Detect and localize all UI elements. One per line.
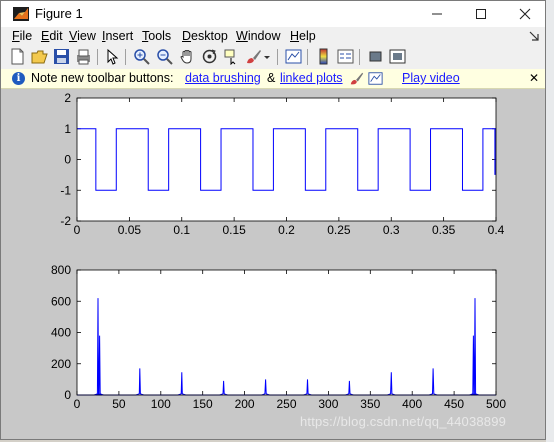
x-tick-label: 0.35 [432, 223, 456, 237]
x-tick-label: 0 [74, 397, 81, 411]
menu-desktop[interactable]: Desktop [182, 29, 228, 43]
x-tick-label: 450 [444, 397, 464, 411]
minimize-icon [432, 13, 442, 15]
y-tick-label: -1 [60, 183, 71, 197]
menu-view[interactable]: View [69, 29, 96, 43]
menu-insert[interactable]: Insert [102, 29, 133, 43]
x-tick-label: 500 [486, 397, 506, 411]
x-tick-label: 0.05 [118, 223, 142, 237]
linked-plots-link[interactable]: linked plots [280, 71, 343, 85]
x-tick-label: 150 [193, 397, 213, 411]
link-plot-icon[interactable] [285, 48, 302, 65]
info-text: Note new toolbar buttons: [31, 71, 174, 85]
data-brushing-link[interactable]: data brushing [185, 71, 261, 85]
hide-plot-tools-icon[interactable] [367, 48, 384, 65]
window-title: Figure 1 [35, 6, 83, 21]
watermark-text: https://blog.csdn.net/qq_44038899 [300, 414, 507, 429]
y-tick-label: 0 [64, 388, 71, 402]
y-tick-label: 400 [51, 326, 71, 340]
brush-icon[interactable] [245, 48, 262, 65]
info-close-icon[interactable]: ✕ [529, 71, 539, 85]
edit-plot-arrow-icon[interactable] [103, 48, 120, 65]
background-strip [546, 0, 554, 442]
x-tick-label: 400 [402, 397, 422, 411]
plots-svg: 0 0.05 0.1 0.15 0.2 0.25 0.3 0.35 0.4 -2 -1 0 1 2 0 50 1… [51, 91, 506, 411]
link-plot-icon [368, 72, 383, 85]
x-tick-label: 0.2 [278, 223, 295, 237]
y-tick-label: 2 [64, 91, 71, 105]
menu-edit[interactable]: Edit [41, 29, 63, 43]
brush-dropdown-icon[interactable] [263, 48, 271, 65]
minimize-button[interactable] [415, 1, 459, 27]
x-tick-label: 0 [74, 223, 81, 237]
x-tick-label: 200 [235, 397, 255, 411]
y-tick-label: 800 [51, 263, 71, 277]
matlab-icon [13, 7, 29, 21]
x-tick-label: 0.1 [173, 223, 190, 237]
menu-window[interactable]: Window [236, 29, 280, 43]
info-icon: i [12, 72, 25, 85]
insert-legend-icon[interactable] [337, 48, 354, 65]
maximize-button[interactable] [459, 1, 503, 27]
close-icon [519, 8, 531, 20]
rotate-3d-icon[interactable] [201, 48, 218, 65]
x-tick-label: 350 [360, 397, 380, 411]
x-tick-label: 50 [112, 397, 126, 411]
title-bar[interactable]: Figure 1 [1, 1, 545, 27]
info-bar: i Note new toolbar buttons: data brushin… [1, 69, 545, 89]
open-file-icon[interactable] [31, 48, 48, 65]
save-icon[interactable] [53, 48, 70, 65]
new-figure-icon[interactable] [9, 48, 26, 65]
close-button[interactable] [503, 1, 545, 27]
x-tick-label: 0.4 [488, 223, 505, 237]
y-tick-label: 200 [51, 357, 71, 371]
ampersand-text: & [267, 71, 276, 85]
insert-colorbar-icon[interactable] [315, 48, 332, 65]
x-tick-label: 250 [276, 397, 296, 411]
maximize-icon [476, 9, 486, 19]
x-tick-label: 0.3 [383, 223, 400, 237]
menu-help[interactable]: Help [290, 29, 316, 43]
play-video-link[interactable]: Play video [402, 71, 460, 85]
separator [97, 49, 98, 65]
x-tick-label: 300 [318, 397, 338, 411]
data-cursor-icon[interactable] [223, 48, 240, 65]
dock-arrow-icon[interactable] [527, 30, 541, 42]
menu-file[interactable]: File [12, 29, 32, 43]
axes-1-background [77, 98, 496, 221]
separator [359, 49, 360, 65]
y-tick-label: 1 [64, 122, 71, 136]
x-tick-label: 0.15 [222, 223, 246, 237]
figure-canvas: 0 0.05 0.1 0.15 0.2 0.25 0.3 0.35 0.4 -2 -1 0 1 2 0 50 1… [1, 89, 545, 439]
pan-hand-icon[interactable] [179, 48, 196, 65]
toolbar [1, 45, 545, 70]
y-tick-label: 0 [64, 153, 71, 167]
menu-tools[interactable]: Tools [142, 29, 171, 43]
separator [277, 49, 278, 65]
show-plot-tools-icon[interactable] [389, 48, 406, 65]
y-tick-label: -2 [60, 214, 71, 228]
separator [307, 49, 308, 65]
zoom-in-icon[interactable] [133, 48, 150, 65]
x-tick-label: 0.25 [327, 223, 351, 237]
menu-bar: File Edit View Insert Tools Desktop Window Help [1, 27, 545, 45]
zoom-out-icon[interactable] [156, 48, 173, 65]
y-tick-label: 600 [51, 294, 71, 308]
print-icon[interactable] [75, 48, 92, 65]
figure-window: Figure 1 File Edit View Insert Tools Desktop W… [0, 0, 546, 440]
brush-icon [350, 72, 364, 85]
separator [125, 49, 126, 65]
x-tick-label: 100 [151, 397, 171, 411]
